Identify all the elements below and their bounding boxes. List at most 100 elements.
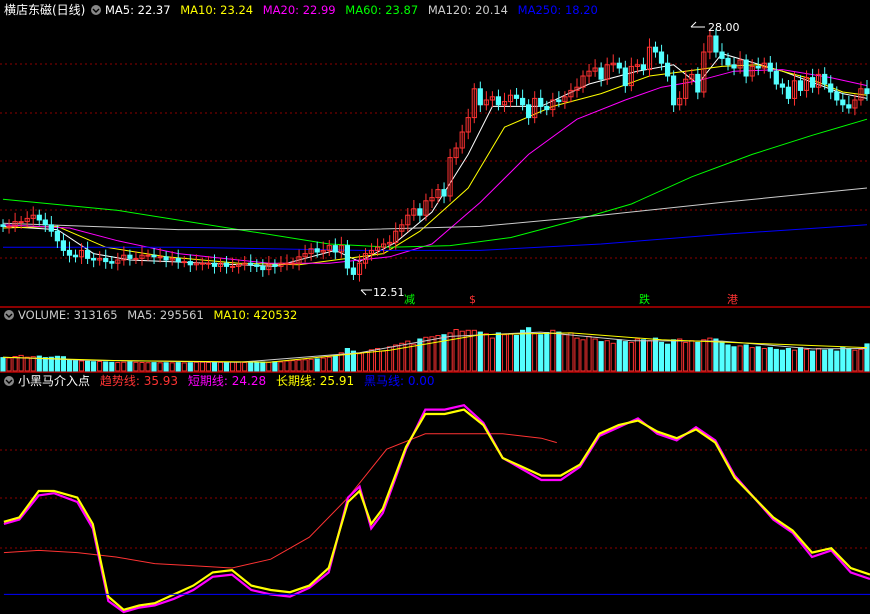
candle-body [785, 86, 791, 99]
volume-bar [592, 338, 598, 372]
volume-bar [707, 337, 713, 372]
marker-text: 港 [727, 293, 738, 306]
collapse-icon[interactable] [4, 376, 14, 386]
candle-body [332, 245, 338, 253]
volume-bar [489, 337, 495, 372]
collapse-icon[interactable] [4, 310, 14, 320]
ma-line [2, 187, 868, 231]
ma10-label: MA10: 23.24 [180, 3, 253, 17]
candle-body [230, 265, 236, 268]
candle-body [223, 262, 230, 267]
collapse-icon[interactable] [91, 5, 101, 15]
ma120-label: MA120: 20.14 [428, 3, 508, 17]
volume-bar [683, 341, 689, 372]
volume-bar [320, 357, 326, 372]
indicator-legend: 小黑马介入点 趋势线: 35.93 短期线: 24.28 长期线: 25.91 … [18, 374, 435, 388]
volume-bar [622, 341, 628, 372]
candle-body [151, 254, 157, 258]
volume-bar [115, 362, 121, 372]
volume-bar [574, 337, 580, 372]
volume-bar [749, 347, 755, 372]
volume-bar [223, 361, 230, 372]
volume-bar [586, 335, 592, 372]
candle-body [181, 261, 187, 264]
low-price-label: 12.51 [373, 286, 405, 299]
candle-body [773, 70, 779, 85]
candle-body [60, 240, 66, 251]
volume-bar [12, 356, 18, 372]
volume-bar [822, 349, 828, 372]
volume-bar [308, 358, 314, 372]
candle-body [417, 208, 423, 216]
volume-bar [652, 337, 659, 372]
volume-bar [151, 362, 157, 372]
volume-bar [731, 346, 737, 372]
candle-body [48, 224, 54, 232]
candle-body [652, 46, 659, 53]
volume-bar [767, 347, 773, 372]
volume-bar [646, 340, 653, 372]
volume-bar [72, 360, 79, 372]
candle-body [18, 221, 24, 224]
candle-body [42, 219, 48, 226]
volume-bar [405, 340, 411, 372]
candle-body [205, 262, 212, 265]
volume-bar [816, 348, 822, 372]
volume-bar [278, 361, 284, 372]
candle-body [779, 83, 785, 88]
volume-bar [411, 343, 417, 372]
candle-body [665, 62, 671, 77]
volume-bar [230, 361, 236, 372]
candle-body [163, 256, 169, 261]
volume-bar [568, 332, 574, 372]
candle-body [91, 257, 97, 261]
candle-body [544, 105, 550, 111]
candle-body [622, 67, 628, 87]
volume-bar [284, 360, 290, 372]
volume-bar [326, 356, 332, 372]
volume-bar [236, 361, 242, 372]
volume-ma-line [2, 332, 868, 363]
trend-line-label: 趋势线: 35.93 [100, 374, 178, 388]
volume-bar [0, 357, 6, 372]
price-grid [0, 63, 870, 259]
candle-body [127, 254, 133, 259]
volume-bar [344, 348, 350, 372]
candle-body [133, 257, 139, 260]
volume-bar [483, 333, 489, 372]
volume-bar [91, 361, 97, 372]
candle-body [526, 104, 532, 119]
volume-bar [447, 332, 453, 372]
volume-ma-lines [2, 331, 868, 363]
ma-lines [2, 53, 868, 267]
volume-bar [435, 335, 441, 372]
volume-bar [701, 339, 707, 372]
candle-body [671, 75, 677, 106]
candle-body [520, 97, 526, 106]
volume-bar [507, 333, 514, 372]
volume-bar [846, 348, 852, 372]
candle-body [755, 65, 761, 69]
volume-bar [193, 361, 199, 372]
volume-bar [109, 361, 115, 372]
short-line-label: 短期线: 24.28 [188, 374, 266, 388]
candle-body [157, 256, 163, 259]
candle-body [743, 59, 749, 77]
marker-text: 减 [404, 293, 415, 306]
volume-bar [314, 358, 320, 372]
volume-bar [254, 361, 260, 372]
indicator-lines [3, 403, 870, 614]
marker-text: $ [469, 293, 476, 306]
volume-bar [550, 329, 556, 372]
candle-body [731, 64, 737, 69]
volume-bar [332, 354, 338, 372]
candle-body [441, 189, 447, 197]
volume-bar [356, 353, 363, 372]
ma5-label: MA5: 22.37 [105, 3, 171, 17]
stock-chart[interactable]: 横店东磁(日线) MA5: 22.37 MA10: 23.24 MA20: 22… [0, 0, 870, 614]
volume-bar [362, 351, 369, 372]
volume-bar [290, 360, 296, 372]
candle-body [767, 62, 773, 72]
volume-bar [513, 335, 520, 372]
candle-body [254, 264, 260, 267]
